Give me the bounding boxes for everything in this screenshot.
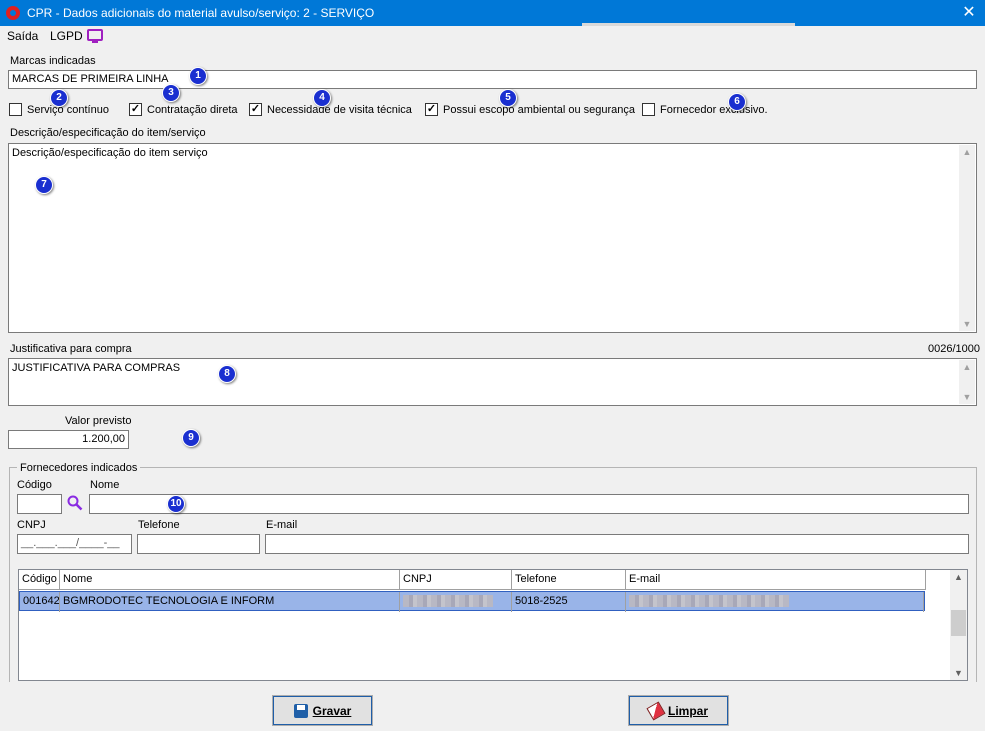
grid-header: Código Nome CNPJ Telefone E-mail [19,570,926,590]
annotation-badge: 9 [182,429,200,447]
menu-saida[interactable]: Saída [7,29,38,43]
menu-bar: Saída LGPD [0,26,985,46]
grid-col-cnpj[interactable]: CNPJ [400,570,512,590]
justificativa-scrollbar[interactable]: ▲ ▼ [959,360,975,404]
limpar-button[interactable]: Limpar [628,695,729,726]
redacted-email [629,595,789,607]
grid-scrollbar[interactable]: ▲ ▼ [950,570,967,680]
marcas-input[interactable]: MARCAS DE PRIMEIRA LINHA [8,70,977,89]
search-icon[interactable] [67,495,83,511]
codigo-label: Código [17,479,52,491]
checkbox-label: Possui escopo ambiental ou segurança [443,103,636,116]
justificativa-label: Justificativa para compra [10,343,132,355]
marcas-label: Marcas indicadas [10,55,96,67]
justificativa-counter: 0026/1000 [928,343,980,355]
app-logo-icon [6,6,20,20]
window-title: CPR - Dados adicionais do material avuls… [27,6,375,20]
nome-label: Nome [90,479,120,491]
annotation-badge: 7 [35,176,53,194]
row-cnpj [400,592,512,612]
checkbox-label: Serviço contínuo [27,103,109,116]
checkbox-box[interactable]: ✓ [129,103,142,116]
scroll-up-icon[interactable]: ▲ [959,147,975,157]
checkbox-contratacao-direta[interactable]: ✓ Contratação direta [129,103,238,116]
valor-input[interactable]: 1.200,00 [8,430,129,449]
fornecedores-group-title: Fornecedores indicados [17,462,141,474]
redacted-cnpj [403,595,493,607]
gravar-button[interactable]: Gravar [272,695,373,726]
justificativa-text: JUSTIFICATIVA PARA COMPRAS [12,362,181,374]
row-email [626,592,924,612]
descricao-scrollbar[interactable]: ▲ ▼ [959,145,975,331]
menu-lgpd[interactable]: LGPD [50,29,83,43]
scroll-down-icon[interactable]: ▼ [959,392,975,402]
grid-col-nome[interactable]: Nome [60,570,400,590]
grid-col-email[interactable]: E-mail [626,570,926,590]
checkbox-label: Necessidade de visita técnica [267,103,412,116]
scroll-down-icon[interactable]: ▼ [959,319,975,329]
cnpj-input[interactable]: __.___.___/____-__ [17,534,132,554]
descricao-textarea[interactable]: Descrição/especificação do item serviço … [8,143,977,333]
limpar-label: Limpar [667,703,708,718]
cnpj-label: CNPJ [17,519,46,531]
annotation-badge: 5 [499,89,517,107]
monitor-icon[interactable] [87,29,103,43]
row-telefone: 5018-2525 [512,592,626,612]
scroll-down-icon[interactable]: ▼ [950,668,967,678]
table-row[interactable]: 001642 BGMRODOTEC TECNOLOGIA E INFORM 50… [19,591,925,612]
gravar-label: Gravar [312,703,352,718]
annotation-badge: 3 [162,84,180,102]
nome-input[interactable] [89,494,969,514]
checkbox-label: Contratação direta [147,103,238,116]
checkbox-visita-tecnica[interactable]: ✓ Necessidade de visita técnica [249,103,412,116]
telefone-label: Telefone [138,519,180,531]
justificativa-textarea[interactable]: JUSTIFICATIVA PARA COMPRAS ▲ ▼ [8,358,977,406]
annotation-badge: 10 [167,495,185,513]
annotation-badge: 4 [313,89,331,107]
email-input[interactable] [265,534,969,554]
checkbox-label: Fornecedor exclusivo. [660,103,768,116]
checkbox-box[interactable] [642,103,655,116]
save-icon [293,703,308,718]
checkbox-box[interactable]: ✓ [249,103,262,116]
annotation-badge: 2 [50,89,68,107]
eraser-icon [646,700,666,721]
grid-col-codigo[interactable]: Código [19,570,60,590]
close-icon[interactable]: ✕ [959,3,979,23]
email-label: E-mail [266,519,298,531]
row-codigo: 001642 [20,592,60,612]
title-bar: CPR - Dados adicionais do material avuls… [0,0,985,26]
descricao-text: Descrição/especificação do item serviço [12,147,208,159]
fornecedores-grid[interactable]: Código Nome CNPJ Telefone E-mail 001642 … [18,569,968,681]
valor-label: Valor previsto [65,415,132,427]
annotation-badge: 8 [218,365,236,383]
checkbox-box[interactable] [9,103,22,116]
annotation-badge: 1 [189,67,207,85]
row-nome: BGMRODOTEC TECNOLOGIA E INFORM [60,592,400,612]
codigo-input[interactable] [17,494,62,514]
scroll-thumb[interactable] [951,610,966,636]
grid-col-telefone[interactable]: Telefone [512,570,626,590]
checkbox-box[interactable]: ✓ [425,103,438,116]
descricao-label: Descrição/especificação do item/serviço [10,127,206,139]
checkbox-fornecedor-exclusivo[interactable]: Fornecedor exclusivo. [642,103,768,116]
checkbox-escopo-ambiental[interactable]: ✓ Possui escopo ambiental ou segurança [425,103,635,116]
scroll-up-icon[interactable]: ▲ [950,572,967,582]
annotation-badge: 6 [728,93,746,111]
scroll-up-icon[interactable]: ▲ [959,362,975,372]
telefone-input[interactable] [137,534,260,554]
